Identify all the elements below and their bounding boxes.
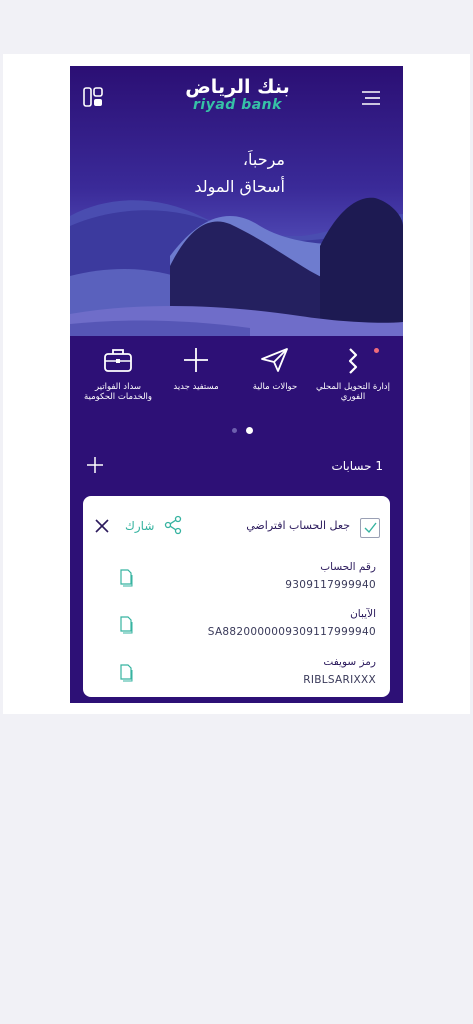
greeting-line: مرحباَ،	[242, 150, 285, 169]
plus-icon	[158, 342, 234, 378]
field-label: رمز سويفت	[323, 656, 376, 668]
share-label: شارك	[125, 519, 155, 533]
greeting: مرحباَ، أسحاق المولد	[194, 146, 285, 200]
bill-payment-action[interactable]: سداد الفواتير والخدمات الحكومية	[80, 342, 156, 402]
accounts-header: 1 حسابات	[70, 448, 403, 484]
accounts-count: 1 حسابات	[331, 459, 383, 473]
field-label: رقم الحساب	[320, 561, 376, 573]
action-label: سداد الفواتير والخدمات الحكومية	[83, 382, 153, 402]
riyad-bank-logo: بنك الرياض riyad bank	[165, 76, 310, 116]
swift-code-field: رمز سويفت RIBLSARIXXX	[119, 656, 376, 696]
field-label: الآيبان	[350, 608, 376, 620]
copy-icon[interactable]	[119, 616, 133, 634]
share-button[interactable]: شارك	[125, 514, 187, 536]
quick-actions: إدارة التحويل المحلي الفوري حوالات مالية…	[70, 336, 403, 426]
copy-icon[interactable]	[119, 664, 133, 682]
money-transfer-action[interactable]: حوالات مالية	[237, 342, 313, 392]
default-account-checkbox[interactable]	[360, 518, 380, 538]
paper-plane-icon	[237, 342, 313, 378]
copy-icon[interactable]	[119, 569, 133, 587]
account-card: جعل الحساب افتراضي شارك رقم الحساب 93091…	[83, 496, 390, 697]
logo-arabic: بنك الرياض	[185, 76, 290, 98]
action-label: مستفيد جديد	[173, 382, 219, 392]
share-icon	[164, 515, 182, 535]
instant-transfer-icon	[315, 342, 391, 378]
action-label: إدارة التحويل المحلي الفوري	[316, 382, 390, 402]
notification-dot	[374, 348, 379, 353]
briefcase-icon	[80, 342, 156, 378]
checkmark-icon	[364, 522, 377, 534]
field-value: SA8820000009309117999940	[207, 626, 376, 638]
default-account-label: جعل الحساب افتراضي	[246, 519, 350, 532]
add-account-icon[interactable]	[86, 456, 104, 474]
hamburger-menu-icon[interactable]	[361, 89, 383, 107]
hero-banner: بنك الرياض riyad bank مرحباَ، أسحاق المو…	[70, 66, 403, 336]
field-value: 9309117999940	[285, 579, 376, 591]
close-icon[interactable]	[95, 518, 109, 533]
account-number-field: رقم الحساب 9309117999940	[119, 561, 376, 601]
widgets-icon[interactable]	[82, 86, 104, 108]
field-value: RIBLSARIXXX	[303, 674, 376, 686]
logo-english: riyad bank	[193, 97, 282, 113]
instant-transfer-action[interactable]: إدارة التحويل المحلي الفوري	[315, 342, 391, 402]
page-dot[interactable]	[232, 428, 237, 433]
new-beneficiary-action[interactable]: مستفيد جديد	[158, 342, 234, 392]
page-indicator	[230, 420, 255, 439]
app-screen: بنك الرياض riyad bank مرحباَ، أسحاق المو…	[70, 66, 403, 703]
iban-field: الآيبان SA8820000009309117999940	[119, 608, 376, 648]
page-dot-active[interactable]	[246, 427, 254, 434]
action-label: حوالات مالية	[252, 382, 298, 392]
user-name: أسحاق المولد	[194, 177, 285, 196]
